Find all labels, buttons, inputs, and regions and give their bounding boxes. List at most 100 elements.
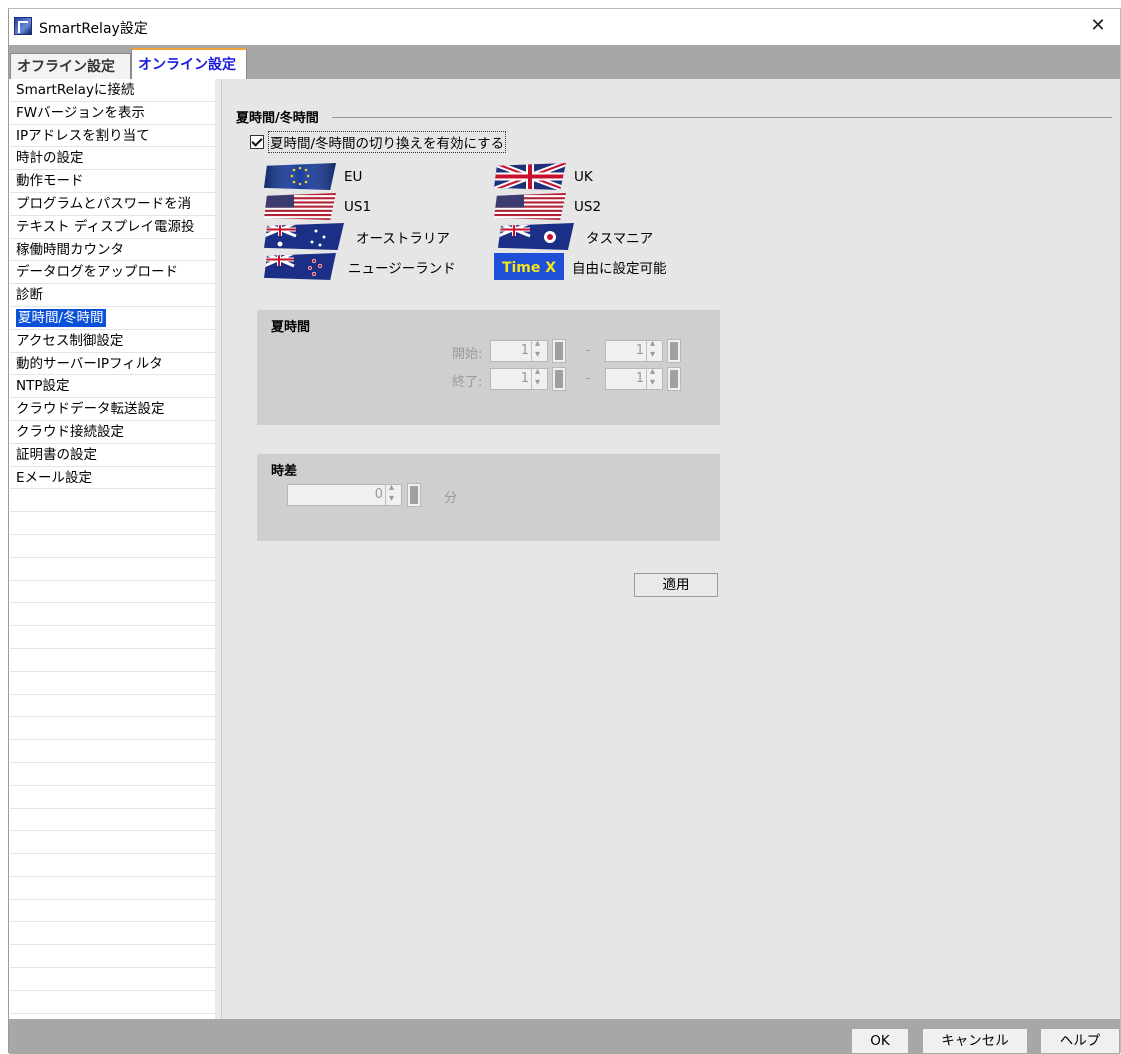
sidebar-item-program-password[interactable]: プログラムとパスワードを消 <box>10 193 215 216</box>
window-title: SmartRelay設定 <box>39 21 148 37</box>
sidebar-item-ip-filter[interactable]: 動的サーバーIPフィルタ <box>10 353 215 376</box>
sidebar-item-fw-version[interactable]: FWバージョンを表示 <box>10 102 215 125</box>
region-us1[interactable]: US1 <box>264 193 371 220</box>
region-uk[interactable]: UK <box>494 163 593 190</box>
cancel-button[interactable]: キャンセル <box>923 1029 1027 1053</box>
sidebar-empty-row <box>10 945 215 969</box>
dst-enable-checkbox[interactable]: 夏時間/冬時間の切り換えを有効にする <box>250 131 507 153</box>
dst-settings-panel: 夏時間/冬時間 夏時間/冬時間の切り換えを有効にする EU UK US1 US2… <box>222 79 1120 1019</box>
time-offset-unit: 分 <box>444 491 458 506</box>
sidebar-item-dst[interactable]: 夏時間/冬時間 <box>10 307 215 330</box>
region-tasmania[interactable]: タスマニア <box>498 223 653 250</box>
sidebar-item-diagnostics[interactable]: 診断 <box>10 284 215 307</box>
start-month-dropdown[interactable] <box>552 339 566 363</box>
region-australia[interactable]: オーストラリア <box>264 223 450 250</box>
start-separator: - <box>586 343 591 358</box>
tab-online-settings[interactable]: オンライン設定 <box>131 48 247 79</box>
close-button[interactable]: ✕ <box>1078 11 1118 41</box>
sidebar-item-operating-mode[interactable]: 動作モード <box>10 170 215 193</box>
help-button[interactable]: ヘルプ <box>1041 1029 1119 1053</box>
region-label-uk: UK <box>574 168 593 185</box>
region-label-eu: EU <box>344 168 363 185</box>
sidebar-empty-row <box>10 900 215 923</box>
uk-flag-icon <box>494 163 566 190</box>
sidebar-item-certificates[interactable]: 証明書の設定 <box>10 444 215 467</box>
sidebar-item-email[interactable]: Eメール設定 <box>10 467 215 490</box>
australia-flag-icon <box>264 223 344 250</box>
sidebar-empty-row <box>10 603 215 627</box>
end-month-spinner[interactable]: 1 <box>490 366 548 390</box>
sidebar-item-cloud-connection[interactable]: クラウド接続設定 <box>10 421 215 444</box>
tab-offline-settings[interactable]: オフライン設定 <box>10 53 131 79</box>
spinner-arrows-icon[interactable] <box>646 366 662 389</box>
end-label: 終了: <box>452 375 483 390</box>
spinner-arrows-icon[interactable] <box>531 338 547 361</box>
sidebar-item-access-control[interactable]: アクセス制御設定 <box>10 330 215 353</box>
sidebar-item-datalog-upload[interactable]: データログをアップロード <box>10 261 215 285</box>
sidebar-item-connect[interactable]: SmartRelayに接続 <box>10 79 215 102</box>
time-offset-group: 時差 0 分 <box>257 454 720 541</box>
start-month-spinner[interactable]: 1 <box>490 338 548 362</box>
sidebar-empty-row <box>10 717 215 741</box>
sidebar-empty-row <box>10 489 215 513</box>
sidebar-empty-row <box>10 558 215 581</box>
sidebar-empty-row <box>10 991 215 1014</box>
sidebar-item-cloud-transfer[interactable]: クラウドデータ転送設定 <box>10 398 215 421</box>
sidebar-empty-row <box>10 831 215 855</box>
us-flag-icon <box>494 193 566 220</box>
sidebar-empty-row <box>10 695 215 718</box>
section-title: 夏時間/冬時間 <box>236 111 319 126</box>
sidebar-empty-row <box>10 809 215 832</box>
panel-splitter[interactable] <box>215 79 222 1019</box>
sidebar-empty-row <box>10 763 215 786</box>
region-eu[interactable]: EU <box>264 163 362 190</box>
spinner-arrows-icon[interactable] <box>646 338 662 361</box>
section-divider <box>332 117 1112 118</box>
sidebar-empty-row <box>10 740 215 763</box>
region-us2[interactable]: US2 <box>494 193 601 220</box>
sidebar-empty-row <box>10 581 215 604</box>
sidebar-empty-row <box>10 786 215 809</box>
end-month-dropdown[interactable] <box>552 367 566 391</box>
time-offset-dropdown[interactable] <box>407 483 421 507</box>
sidebar-item-ntp[interactable]: NTP設定 <box>10 375 215 399</box>
spinner-arrows-icon[interactable] <box>531 366 547 389</box>
title-bar: SmartRelay設定 ✕ <box>9 9 1120 45</box>
region-label-australia: オーストラリア <box>356 230 450 247</box>
sidebar-empty-row <box>10 877 215 900</box>
start-label: 開始: <box>452 347 483 362</box>
region-custom[interactable]: Time X 自由に設定可能 <box>494 253 667 280</box>
new-zealand-flag-icon <box>264 253 336 280</box>
spinner-arrows-icon[interactable] <box>385 482 401 505</box>
region-label-new-zealand: ニュージーランド <box>348 260 456 277</box>
region-label-tasmania: タスマニア <box>586 230 654 247</box>
sidebar-item-text-display-power[interactable]: テキスト ディスプレイ電源投 <box>10 216 215 239</box>
start-day-spinner[interactable]: 1 <box>605 338 663 362</box>
region-new-zealand[interactable]: ニュージーランド <box>264 253 456 280</box>
sidebar-empty-row <box>10 649 215 672</box>
sidebar-nav: SmartRelayに接続 FWバージョンを表示 IPアドレスを割り当て 時計の… <box>10 79 216 1019</box>
summer-time-group: 夏時間 開始: 1 - 1 終了: 1 - 1 <box>257 310 720 425</box>
end-day-dropdown[interactable] <box>667 367 681 391</box>
sidebar-empty-row <box>10 512 215 535</box>
region-label-us1: US1 <box>344 198 372 215</box>
start-day-dropdown[interactable] <box>667 339 681 363</box>
us-flag-icon <box>264 193 336 220</box>
time-offset-title: 時差 <box>271 464 298 479</box>
sidebar-item-clock[interactable]: 時計の設定 <box>10 147 215 171</box>
sidebar-item-ip-address[interactable]: IPアドレスを割り当て <box>10 125 215 148</box>
time-offset-spinner[interactable]: 0 <box>287 482 402 506</box>
apply-button[interactable]: 適用 <box>634 573 718 597</box>
app-icon <box>14 17 32 35</box>
region-label-custom: 自由に設定可能 <box>572 260 667 277</box>
tasmania-flag-icon <box>498 223 574 250</box>
sidebar-item-hour-counter[interactable]: 稼働時間カウンタ <box>10 239 215 262</box>
sidebar-empty-row <box>10 968 215 991</box>
ok-button[interactable]: OK <box>852 1029 908 1053</box>
end-separator: - <box>586 371 591 386</box>
end-day-spinner[interactable]: 1 <box>605 366 663 390</box>
sidebar-empty-row <box>10 922 215 946</box>
sidebar-empty-row <box>10 672 215 695</box>
checkbox-checked-icon[interactable] <box>250 135 264 149</box>
footer-bar: OK キャンセル ヘルプ <box>9 1019 1120 1054</box>
